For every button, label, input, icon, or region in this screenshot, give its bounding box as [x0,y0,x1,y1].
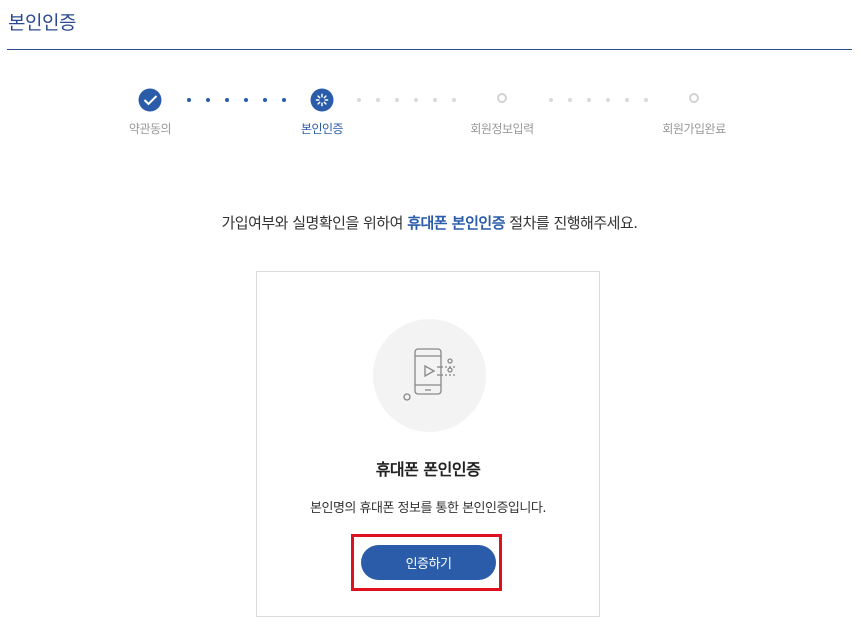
step-label-verification: 본인인증 [300,122,344,136]
progress-stepper: 약관동의 본인인증 회원정보입력 회원가입완료 [0,0,859,140]
step-label-complete: 회원가입완료 [662,122,726,136]
progress-dot [225,98,229,102]
progress-dot [433,98,437,102]
instruction-after: 절차를 진행해주세요. [505,214,638,232]
instruction-before: 가입여부와 실명확인을 위하여 [221,214,408,232]
mobile-phone-video-icon [373,319,486,432]
progress-dot [282,98,286,102]
instruction-highlight: 휴대폰 본인인증 [407,214,506,232]
instruction-text: 가입여부와 실명확인을 위하여 휴대폰 본인인증 절차를 진행해주세요. [0,212,859,233]
progress-dot [587,98,591,102]
progress-dot [376,98,380,102]
progress-dot [568,98,572,102]
progress-dot [357,98,361,102]
progress-dot [452,98,456,102]
step-pending-icon [689,93,699,103]
step-label-terms: 약관동의 [128,122,172,136]
step-pending-icon [497,93,507,103]
step-done-check-icon [138,88,162,112]
progress-dot [625,98,629,102]
progress-dot [187,98,191,102]
step-label-member-info: 회원정보입력 [470,122,534,136]
progress-dot [395,98,399,102]
progress-dot [606,98,610,102]
progress-dot [244,98,248,102]
progress-dot [206,98,210,102]
progress-dot [549,98,553,102]
progress-dot [263,98,267,102]
card-description: 본인명의 휴대폰 정보를 통한 본인인증입니다. [310,501,546,516]
progress-dot [414,98,418,102]
progress-dot [644,98,648,102]
card-title: 휴대폰 폰인인증 [375,460,481,479]
verify-button[interactable]: 인증하기 [361,545,496,580]
step-current-loading-icon [310,88,334,112]
